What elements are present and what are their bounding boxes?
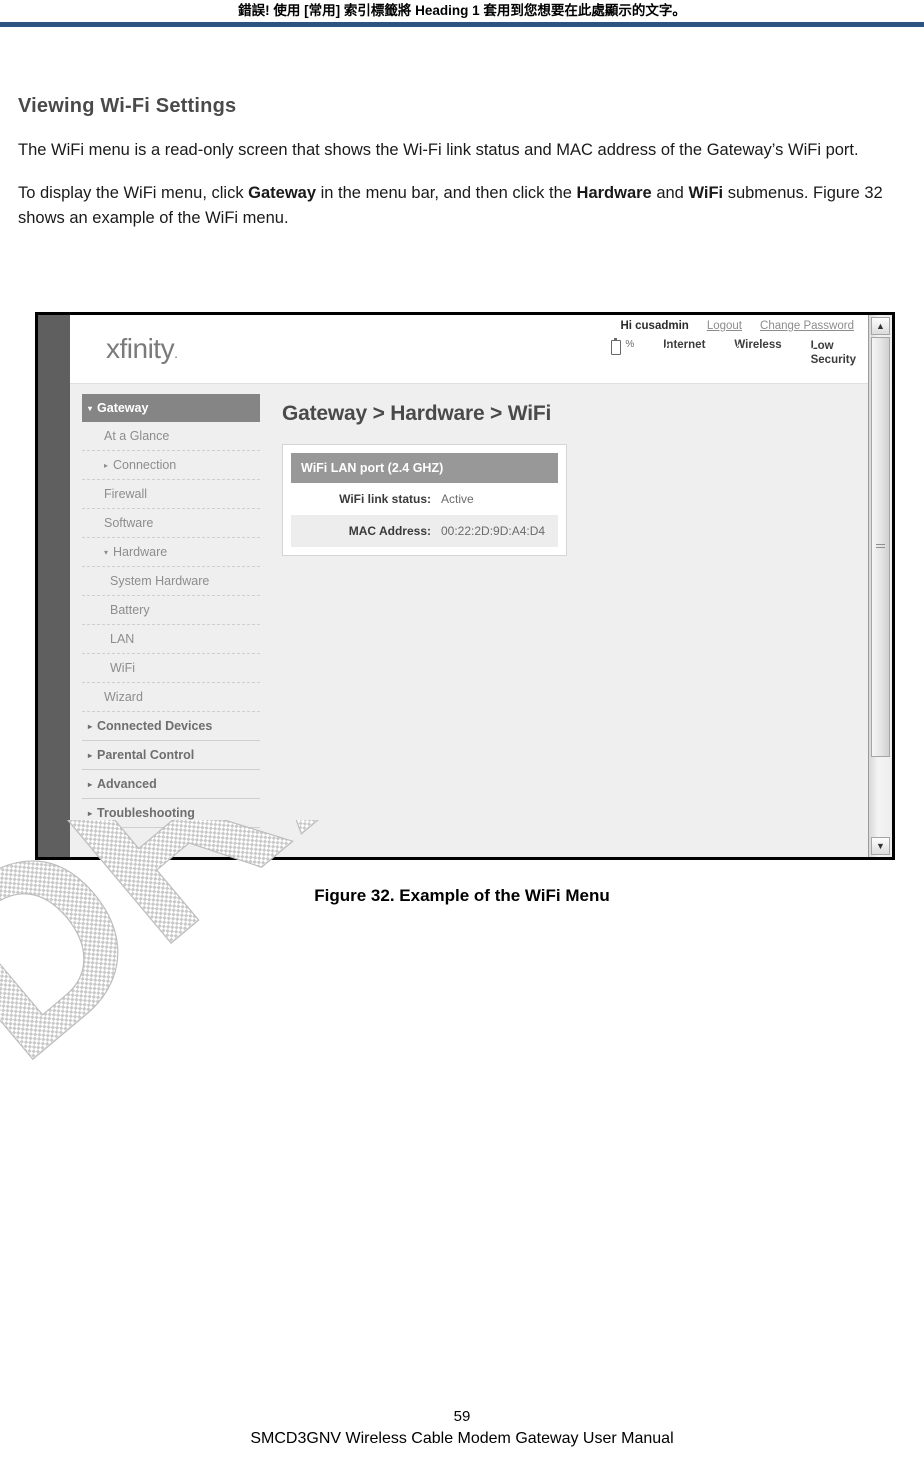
internet-status-label: Internet — [663, 339, 706, 351]
chevron-right-icon: ▸ — [88, 809, 93, 818]
sidebar-item-label: Software — [104, 516, 154, 530]
battery-percent-label: % — [625, 339, 635, 350]
logo-dot: . — [174, 345, 178, 361]
sidebar-item-advanced[interactable]: ▸ Advanced — [82, 770, 260, 799]
para2-bold-hardware: Hardware — [576, 184, 652, 202]
figure-screenshot: xfinity. Hi cusadmin Logout Change Passw… — [35, 312, 895, 860]
document-body: Viewing Wi-Fi Settings The WiFi menu is … — [18, 95, 908, 249]
scroll-down-arrow-icon[interactable]: ▼ — [871, 837, 890, 855]
gateway-web-ui: xfinity. Hi cusadmin Logout Change Passw… — [70, 315, 868, 857]
sidebar-item-label: Parental Control — [97, 748, 195, 762]
sidebar-navigation: ▾ Gateway At a Glance ▸ Connection Firewall So… — [70, 384, 270, 857]
sidebar-item-wifi[interactable]: WiFi — [82, 654, 260, 683]
sidebar-item-parental-control[interactable]: ▸ Parental Control — [82, 741, 260, 770]
paragraph-instructions: To display the WiFi menu, click Gateway … — [18, 181, 908, 231]
document-footer: 59 SMCD3GNV Wireless Cable Modem Gateway… — [0, 1406, 924, 1450]
sidebar-item-label: Gateway — [97, 401, 149, 415]
scrollbar-grip-icon — [876, 543, 885, 551]
wifi-lan-port-panel: WiFi LAN port (2.4 GHZ) WiFi link status… — [282, 444, 567, 556]
mac-address-value: 00:22:2D:9D:A4:D4 — [441, 524, 546, 538]
sidebar-item-label: At a Glance — [104, 429, 170, 443]
sidebar-item-system-hardware[interactable]: System Hardware — [82, 567, 260, 596]
para2-bold-wifi: WiFi — [688, 184, 724, 202]
svg-text:DRAFT: DRAFT — [0, 820, 703, 1111]
battery-status: % — [609, 338, 635, 355]
sidebar-item-label: Troubleshooting — [97, 806, 195, 820]
sidebar-item-label: Hardware — [113, 545, 168, 559]
sidebar-item-firewall[interactable]: Firewall — [82, 480, 260, 509]
wireless-status-label: Wireless — [734, 339, 782, 351]
security-status: Low Security — [795, 339, 856, 367]
ui-content-area: ▾ Gateway At a Glance ▸ Connection Firewall So… — [70, 384, 868, 857]
screenshot-left-margin — [38, 315, 70, 857]
status-indicator-row: % Internet Wireless Low Security — [530, 338, 860, 367]
xfinity-logo: xfinity. — [106, 333, 178, 365]
sidebar-item-wizard[interactable]: Wizard — [82, 683, 260, 712]
wifi-link-status-value: Active — [441, 492, 474, 506]
chevron-down-icon: ▾ — [104, 548, 109, 557]
vertical-scrollbar[interactable]: ▲ ▼ — [868, 315, 892, 857]
chevron-right-icon: ▸ — [104, 461, 109, 470]
para2-text-3: and — [651, 184, 689, 202]
page-title: Viewing Wi-Fi Settings — [18, 95, 237, 117]
wireless-check-icon — [718, 340, 730, 352]
mac-address-label: MAC Address: — [348, 524, 431, 538]
header-rule-divider — [0, 22, 924, 27]
ui-top-bar: xfinity. Hi cusadmin Logout Change Passw… — [70, 315, 868, 384]
sidebar-item-gateway[interactable]: ▾ Gateway — [82, 394, 260, 422]
change-password-link[interactable]: Change Password — [760, 319, 854, 334]
table-row: WiFi link status: Active — [291, 483, 558, 515]
running-header-text: 錯誤! 使用 [常用] 索引標籤將 Heading 1 套用到您想要在此處顯示的… — [238, 3, 686, 18]
wireless-status: Wireless — [718, 339, 781, 352]
sidebar-item-troubleshooting[interactable]: ▸ Troubleshooting — [82, 799, 260, 828]
sidebar-item-label: Wizard — [104, 690, 143, 704]
table-row: MAC Address: 00:22:2D:9D:A4:D4 — [291, 515, 558, 547]
footer-manual-title: SMCD3GNV Wireless Cable Modem Gateway Us… — [250, 1430, 674, 1447]
battery-icon — [609, 338, 622, 355]
draft-watermark: DRAFT — [0, 820, 860, 1180]
sidebar-item-hardware[interactable]: ▾ Hardware — [82, 538, 260, 567]
paragraph-intro: The WiFi menu is a read-only screen that… — [18, 141, 859, 159]
chevron-down-icon: ▾ — [88, 404, 93, 413]
logout-link[interactable]: Logout — [707, 319, 742, 334]
chevron-right-icon: ▸ — [88, 751, 93, 760]
chevron-right-icon: ▸ — [88, 780, 93, 789]
scroll-up-arrow-icon[interactable]: ▲ — [871, 317, 890, 335]
page-number: 59 — [453, 1408, 471, 1425]
account-status-block: Hi cusadmin Logout Change Password % Int… — [530, 319, 860, 367]
sidebar-item-connection[interactable]: ▸ Connection — [82, 451, 260, 480]
sidebar-item-lan[interactable]: LAN — [82, 625, 260, 654]
sidebar-item-label: Advanced — [97, 777, 157, 791]
sidebar-item-label: Firewall — [104, 487, 148, 501]
sidebar-item-label: Connected Devices — [97, 719, 213, 733]
para2-text-1: To display the WiFi menu, click — [18, 184, 249, 202]
sidebar-item-at-a-glance[interactable]: At a Glance — [82, 422, 260, 451]
security-check-icon — [795, 340, 807, 352]
main-panel: Gateway > Hardware > WiFi WiFi LAN port … — [270, 384, 868, 857]
sidebar-item-label: Connection — [113, 458, 177, 472]
sidebar-item-label: System Hardware — [110, 574, 210, 588]
internet-check-icon — [647, 340, 659, 352]
panel-header-title: WiFi LAN port (2.4 GHZ) — [291, 453, 558, 483]
sidebar-item-label: Battery — [110, 603, 150, 617]
sidebar-item-label: LAN — [110, 632, 135, 646]
security-status-label: Low Security — [811, 339, 856, 367]
sidebar-item-software[interactable]: Software — [82, 509, 260, 538]
para2-text-2: in the menu bar, and then click the — [316, 184, 577, 202]
internet-status: Internet — [647, 339, 705, 352]
security-label-line2: Security — [810, 354, 856, 366]
wifi-link-status-label: WiFi link status: — [339, 492, 431, 506]
sidebar-item-connected-devices[interactable]: ▸ Connected Devices — [82, 712, 260, 741]
chevron-right-icon: ▸ — [88, 722, 93, 731]
breadcrumb: Gateway > Hardware > WiFi — [282, 402, 552, 425]
sidebar-item-battery[interactable]: Battery — [82, 596, 260, 625]
account-links: Hi cusadmin Logout Change Password — [530, 319, 860, 334]
sidebar-item-label: WiFi — [110, 661, 135, 675]
greeting-text: Hi cusadmin — [620, 320, 689, 332]
scrollbar-thumb[interactable] — [871, 337, 890, 757]
logo-text: xfinity — [106, 333, 175, 364]
figure-caption: Figure 32. Example of the WiFi Menu — [314, 886, 610, 905]
para2-bold-gateway: Gateway — [248, 184, 317, 202]
